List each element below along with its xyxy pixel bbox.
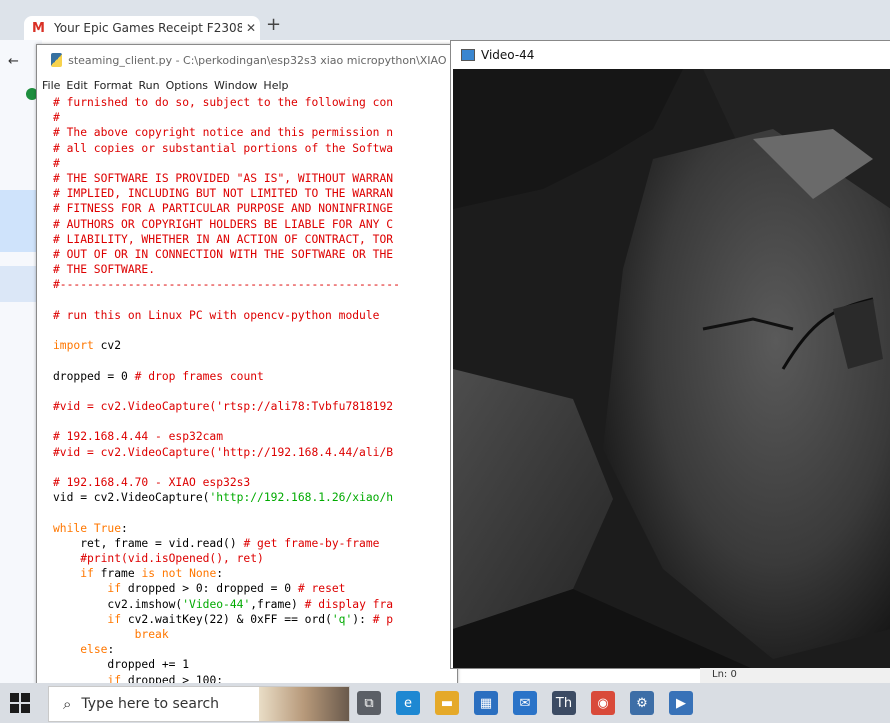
idle-titlebar[interactable]: steaming_client.py - C:\perkodingan\esp3… bbox=[37, 45, 457, 75]
code-line: if frame is not None: bbox=[80, 567, 224, 581]
video-window-title: Video-44 bbox=[481, 48, 535, 62]
menu-item-options[interactable]: Options bbox=[166, 79, 208, 92]
code-line: while True: bbox=[53, 521, 128, 535]
code-line: else: bbox=[80, 643, 115, 657]
browser-tab-title: Your Epic Games Receipt F23082: bbox=[54, 21, 242, 35]
app-th-icon[interactable]: Th bbox=[552, 691, 576, 715]
code-line: #print(vid.isOpened(), ret) bbox=[53, 552, 264, 565]
code-line: # THE SOFTWARE IS PROVIDED "AS IS", WITH… bbox=[53, 172, 394, 185]
mail-icon[interactable]: ✉ bbox=[513, 691, 537, 715]
video-titlebar[interactable]: Video-44 bbox=[451, 41, 890, 69]
code-line: # THE SOFTWARE. bbox=[53, 263, 156, 277]
code-line: # bbox=[53, 156, 60, 170]
menu-item-file[interactable]: File bbox=[42, 79, 60, 92]
code-line: # AUTHORS OR COPYRIGHT HOLDERS BE LIABLE… bbox=[53, 217, 394, 231]
menu-item-edit[interactable]: Edit bbox=[66, 79, 87, 92]
idle-editor-window: steaming_client.py - C:\perkodingan\esp3… bbox=[36, 44, 458, 685]
code-line: if cv2.waitKey(22) & 0xFF == ord('q'): #… bbox=[107, 612, 394, 626]
new-tab-button[interactable]: + bbox=[266, 14, 281, 35]
chrome-icon[interactable]: ◉ bbox=[591, 691, 615, 715]
code-line: # bbox=[53, 111, 60, 125]
calendar-icon[interactable]: ▦ bbox=[474, 691, 498, 715]
video-window: Video-44 bbox=[450, 40, 890, 669]
browser-tab-gmail[interactable]: M Your Epic Games Receipt F23082: ✕ bbox=[24, 16, 260, 40]
idle-icon[interactable]: ▶ bbox=[669, 691, 693, 715]
video-window-icon bbox=[461, 49, 475, 61]
menu-item-window[interactable]: Window bbox=[214, 79, 257, 92]
task-view-icon[interactable]: ⧉ bbox=[357, 691, 381, 715]
code-line: ret, frame = vid.read() # get frame-by-f… bbox=[53, 536, 380, 550]
taskbar-search-input[interactable]: ⌕ Type here to search bbox=[48, 686, 350, 722]
python-icon[interactable]: ⚙ bbox=[630, 691, 654, 715]
code-line: if dropped > 0: dropped = 0 # reset bbox=[107, 582, 346, 596]
code-line: # FITNESS FOR A PARTICULAR PURPOSE AND N… bbox=[53, 202, 394, 216]
code-line: # 192.168.4.44 - esp32cam bbox=[53, 430, 224, 444]
code-line: cv2.imshow('Video-44',frame) # display f… bbox=[53, 597, 394, 611]
status-line-indicator: Ln: 0 bbox=[712, 669, 737, 680]
code-line: dropped = 0 # drop frames count bbox=[53, 369, 264, 383]
code-line: #vid = cv2.VideoCapture('rtsp://ali78:Tv… bbox=[53, 400, 394, 413]
windows-taskbar: ⌕ Type here to search ⧉ e ▬ ▦ ✉ Th ◉ ⚙ ▶ bbox=[0, 683, 890, 723]
idle-menubar: File Edit Format Run Options Window Help bbox=[37, 75, 457, 95]
windows-start-icon[interactable] bbox=[10, 693, 30, 713]
code-line: # LIABILITY, WHETHER IN AN ACTION OF CON… bbox=[53, 232, 394, 246]
idle-window-title: steaming_client.py - C:\perkodingan\esp3… bbox=[68, 53, 457, 67]
idle-status-strip: Ln: 0 bbox=[700, 668, 890, 683]
video-frame bbox=[453, 69, 890, 668]
code-line: # OUT OF OR IN CONNECTION WITH THE SOFTW… bbox=[53, 248, 394, 261]
close-icon[interactable]: ✕ bbox=[242, 21, 260, 35]
code-line: vid = cv2.VideoCapture('http://192.168.1… bbox=[53, 491, 394, 505]
code-line: # all copies or substantial portions of … bbox=[53, 141, 394, 155]
code-line: # 192.168.4.70 - XIAO esp32s3 bbox=[53, 476, 251, 489]
edge-icon[interactable]: e bbox=[396, 691, 420, 715]
code-line: #---------------------------------------… bbox=[53, 278, 400, 292]
python-file-icon bbox=[51, 53, 63, 67]
code-line: dropped += 1 bbox=[53, 658, 190, 672]
camera-frame-image bbox=[453, 69, 890, 668]
code-line: # The above copyright notice and this pe… bbox=[53, 126, 394, 140]
code-editor[interactable]: # furnished to do so, subject to the fol… bbox=[37, 95, 457, 684]
search-placeholder: Type here to search bbox=[81, 696, 220, 712]
search-highlight-art bbox=[259, 687, 349, 721]
search-icon: ⌕ bbox=[63, 695, 72, 713]
code-line: # IMPLIED, INCLUDING BUT NOT LIMITED TO … bbox=[53, 187, 394, 201]
code-line: #vid = cv2.VideoCapture('http://192.168.… bbox=[53, 445, 394, 459]
code-line: break bbox=[134, 628, 169, 641]
menu-item-format[interactable]: Format bbox=[94, 79, 133, 92]
back-arrow-icon[interactable]: ← bbox=[8, 54, 19, 69]
menu-item-help[interactable]: Help bbox=[263, 79, 288, 92]
code-line: # run this on Linux PC with opencv-pytho… bbox=[53, 308, 380, 322]
code-line: # furnished to do so, subject to the fol… bbox=[53, 96, 394, 109]
file-explorer-icon[interactable]: ▬ bbox=[435, 691, 459, 715]
gmail-icon: M bbox=[32, 20, 45, 36]
code-line: import cv2 bbox=[53, 339, 122, 353]
menu-item-run[interactable]: Run bbox=[139, 79, 160, 92]
